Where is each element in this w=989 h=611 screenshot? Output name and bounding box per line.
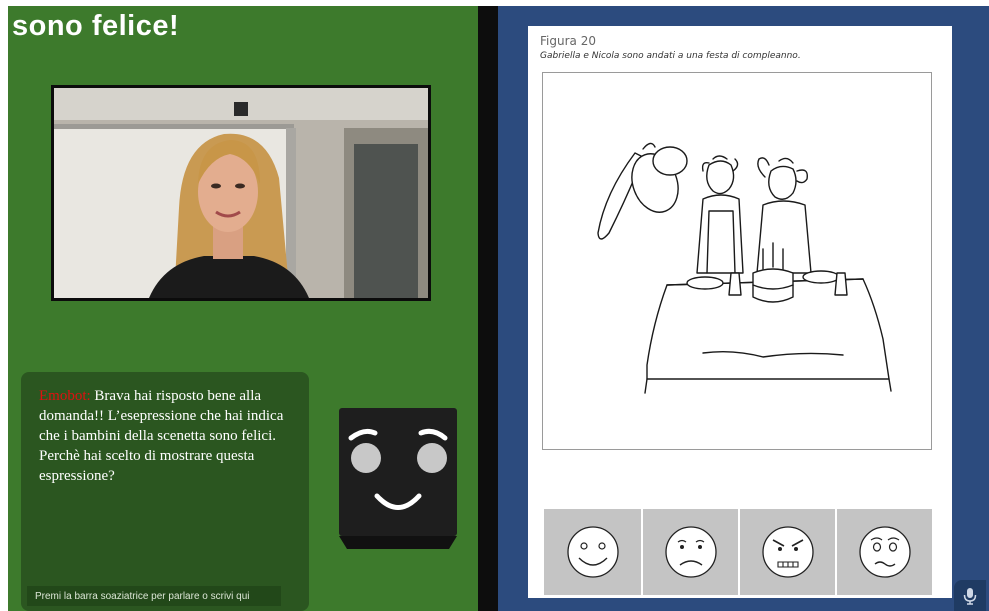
sad-face-icon	[664, 526, 717, 578]
emotion-choices	[544, 509, 932, 595]
birthday-illustration	[542, 72, 932, 450]
emobot-robot-face	[339, 408, 457, 549]
face-option-angry[interactable]	[738, 509, 835, 595]
birthday-party-icon	[597, 142, 892, 394]
microphone-icon	[963, 587, 977, 605]
angry-face-icon	[761, 526, 814, 578]
figure-label: Figura 20	[540, 34, 596, 48]
chat-message: Emobot: Brava hai risposto bene alla dom…	[39, 386, 307, 486]
chat-input[interactable]	[27, 586, 281, 606]
webcam-feed-icon	[54, 88, 428, 298]
figure-caption: Gabriella e Nicola sono andati a una fes…	[540, 51, 801, 61]
chat-panel: Emobot: Brava hai risposto bene alla dom…	[21, 372, 309, 611]
microphone-button[interactable]	[954, 580, 986, 611]
webcam-video	[51, 85, 431, 301]
face-option-scared[interactable]	[835, 509, 932, 595]
worksheet: Figura 20 Gabriella e Nicola sono andati…	[528, 26, 952, 598]
scared-face-icon	[858, 526, 911, 578]
face-option-sad[interactable]	[641, 509, 738, 595]
right-panel: Figura 20 Gabriella e Nicola sono andati…	[498, 6, 989, 611]
chat-sender: Emobot:	[39, 388, 91, 404]
face-option-happy[interactable]	[544, 509, 641, 595]
panel-divider	[478, 6, 498, 611]
happy-face-icon	[566, 526, 619, 578]
page-title: sono felice!	[12, 10, 180, 42]
left-panel: sono felice! Emobot: Brava hai risposto …	[8, 6, 478, 611]
